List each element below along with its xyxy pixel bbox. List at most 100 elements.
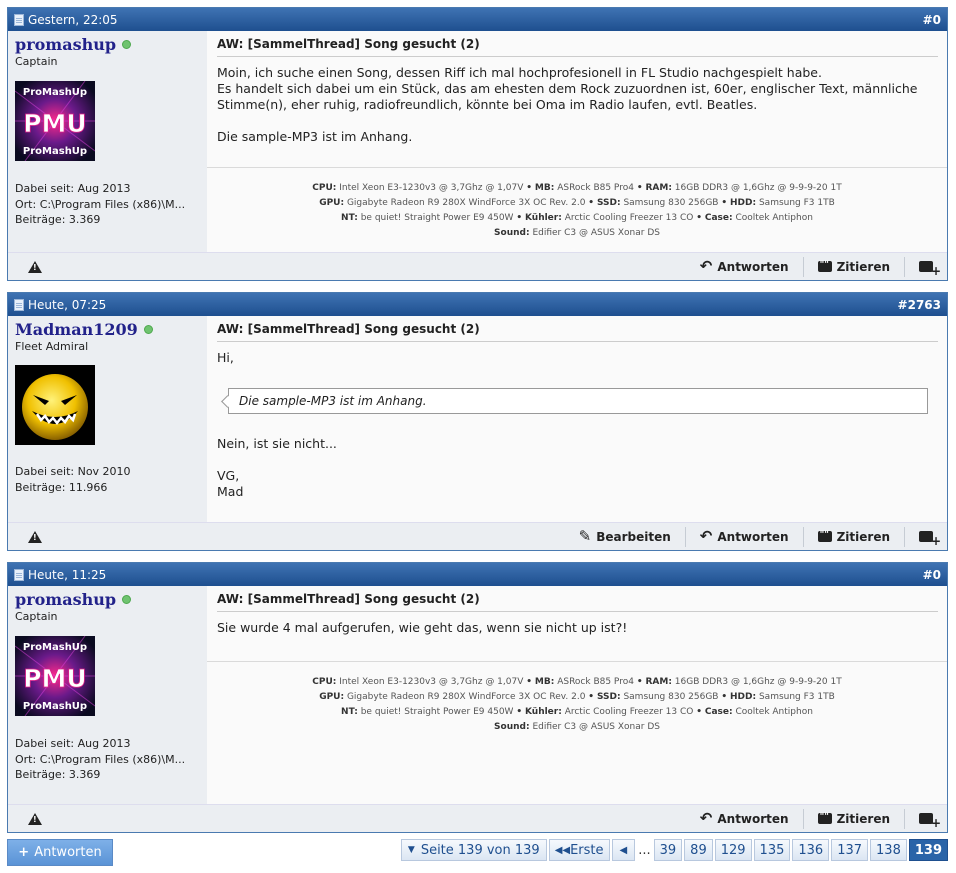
message-line: Es handelt sich dabei um ein Stück, das … [217,81,918,112]
svg-text:ProMashUp: ProMashUp [23,146,87,157]
document-icon [14,13,24,26]
prev-page-link[interactable]: ◀ [611,839,636,861]
page-of-label: Seite 139 von 139 [420,842,540,858]
post-message: Hi, Die sample-MP3 ist im Anhang. Nein, … [217,342,938,500]
svg-text:ProMashUp: ProMashUp [23,701,87,712]
multiquote-button[interactable] [904,526,941,548]
username-text[interactable]: promashup [15,590,116,609]
reply-button[interactable]: Antworten [686,257,803,277]
page-link[interactable]: 136 [792,839,830,861]
username-text[interactable]: promashup [15,35,116,54]
post: Heute, 07:25 #2763 Madman1209 Fleet Admi… [7,292,948,551]
first-page-link[interactable]: ◀◀ Erste [548,839,610,861]
online-status-icon [143,324,153,334]
post-number-link[interactable]: #2763 [898,298,941,312]
post-footer: Bearbeiten Antworten Zitieren [8,522,947,550]
post-title: AW: [SammelThread] Song gesucht (2) [217,592,938,612]
post: Gestern, 22:05 #0 promashup Captain ProM… [7,7,948,281]
avatar[interactable]: ProMashUp PMU ProMashUp [14,635,96,717]
username-link[interactable]: Madman1209 [15,318,200,340]
message-line: Mad [217,484,244,499]
quote-button[interactable]: Zitieren [802,526,904,547]
message-line: Nein, ist sie nicht... [217,436,337,451]
post-message: Sie wurde 4 mal aufgerufen, wie geht das… [217,612,938,661]
quote-label: Zitieren [836,529,890,544]
quote-text: Die sample-MP3 ist im Anhang. [239,394,427,408]
post-date: Heute, 11:25 [28,567,107,582]
pagination-ellipsis: ... [638,842,651,858]
user-info-panel: promashup Captain ProMashUp PMU ProMashU… [8,31,207,252]
report-warning-icon[interactable] [28,260,42,273]
post-header: Heute, 07:25 #2763 [8,293,947,316]
pagination: ▼ Seite 139 von 139 ◀◀ Erste ◀ ... 39 89… [400,839,948,861]
multiquote-icon [919,813,941,830]
post-title: AW: [SammelThread] Song gesucht (2) [217,322,938,342]
post-count: Beiträge: 3.369 [15,213,101,226]
new-reply-button[interactable]: + Antworten [7,839,113,866]
post-number-link[interactable]: #0 [923,568,941,582]
join-date: Dabei seit: Nov 2010 [15,465,131,478]
post-count: Beiträge: 3.369 [15,768,101,781]
post-date: Gestern, 22:05 [28,12,118,27]
message-line: Die sample-MP3 ist im Anhang. [217,129,413,144]
quote-label: Zitieren [836,811,890,826]
post-header: Gestern, 22:05 #0 [8,8,947,31]
join-date: Dabei seit: Aug 2013 [15,737,131,750]
quote-button[interactable]: Zitieren [802,808,904,829]
signature: CPU: Intel Xeon E3-1230v3 @ 3,7Ghz @ 1,0… [207,167,947,241]
quote-label: Zitieren [836,259,890,274]
join-date: Dabei seit: Aug 2013 [15,182,131,195]
reply-icon [700,259,713,274]
post-number-link[interactable]: #0 [923,13,941,27]
multiquote-button[interactable] [904,256,941,278]
message-line: Sie wurde 4 mal aufgerufen, wie geht das… [217,620,628,635]
page-link[interactable]: 89 [684,839,713,861]
avatar[interactable]: ProMashUp PMU ProMashUp [14,80,96,162]
reply-button[interactable]: Antworten [686,809,803,829]
report-warning-icon[interactable] [28,530,42,543]
post-date: Heute, 07:25 [28,297,107,312]
reply-icon [700,529,713,544]
page-link[interactable]: 137 [831,839,869,861]
message-line: VG, [217,468,240,483]
new-reply-label: Antworten [34,845,102,860]
message-line: Hi, [217,350,234,365]
svg-text:ProMashUp: ProMashUp [23,87,87,98]
online-status-icon [122,39,132,49]
username-link[interactable]: promashup [15,588,200,610]
post-content: AW: [SammelThread] Song gesucht (2) Moin… [207,31,947,252]
svg-text:ProMashUp: ProMashUp [23,642,87,653]
page-link[interactable]: 138 [870,839,907,861]
reply-label: Antworten [717,259,789,274]
online-status-icon [122,594,132,604]
reply-icon [700,811,713,826]
user-location: Ort: C:\Program Files (x86)\M... [15,752,186,766]
edit-label: Bearbeiten [596,529,671,544]
page-link[interactable]: 39 [653,839,683,861]
post-content: AW: [SammelThread] Song gesucht (2) Sie … [207,586,947,804]
user-rank: Fleet Admiral [15,340,89,353]
double-chevron-left-icon: ◀◀ [554,844,571,856]
reply-button[interactable]: Antworten [684,526,803,547]
edit-button[interactable]: Bearbeiten [565,527,685,547]
message-line: Moin, ich suche einen Song, dessen Riff … [217,65,822,80]
user-info-panel: promashup Captain ProMashUp PMU ProMashU… [8,586,207,804]
post-header: Heute, 11:25 #0 [8,563,947,586]
post-count: Beiträge: 11.966 [15,480,108,494]
caret-down-icon: ▼ [407,845,415,855]
post-footer: Antworten Zitieren [8,252,947,280]
avatar[interactable] [15,365,95,445]
username-link[interactable]: promashup [15,33,200,55]
report-warning-icon[interactable] [28,812,42,825]
user-rank: Captain [15,55,58,68]
page-link[interactable]: 129 [714,839,752,861]
username-text[interactable]: Madman1209 [15,320,138,339]
quote-box: Die sample-MP3 ist im Anhang. [228,388,928,414]
user-info-panel: Madman1209 Fleet Admiral Dabei seit: Nov… [8,316,207,522]
multiquote-button[interactable] [904,808,941,830]
page-jump-dropdown[interactable]: ▼ Seite 139 von 139 [400,839,547,861]
quote-button[interactable]: Zitieren [802,256,904,277]
multiquote-icon [919,261,941,278]
post-footer: Antworten Zitieren [8,804,947,832]
page-link[interactable]: 135 [753,839,791,861]
